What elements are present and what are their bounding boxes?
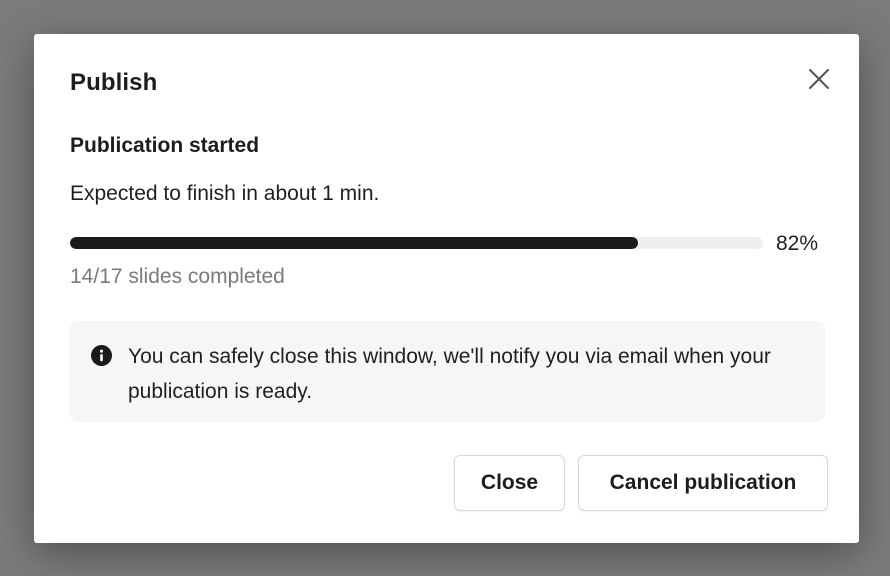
- cancel-publication-button[interactable]: Cancel publication: [578, 455, 828, 511]
- expected-time-text: Expected to finish in about 1 min.: [70, 182, 380, 205]
- close-button[interactable]: Close: [454, 455, 565, 511]
- notice-text: You can safely close this window, we'll …: [128, 345, 771, 403]
- dialog-close-button[interactable]: [804, 64, 834, 94]
- info-icon: [91, 345, 112, 366]
- close-icon: [809, 69, 829, 89]
- publish-dialog: Publish Publication started Expected to …: [34, 34, 859, 543]
- status-heading: Publication started: [70, 134, 260, 157]
- slides-completed-text: 14/17 slides completed: [70, 265, 285, 288]
- dialog-title: Publish: [70, 69, 158, 96]
- progress-bar: [70, 237, 763, 249]
- info-notice: You can safely close this window, we'll …: [70, 321, 825, 422]
- progress-percent: 82%: [776, 232, 819, 255]
- progress-bar-fill: [70, 237, 639, 249]
